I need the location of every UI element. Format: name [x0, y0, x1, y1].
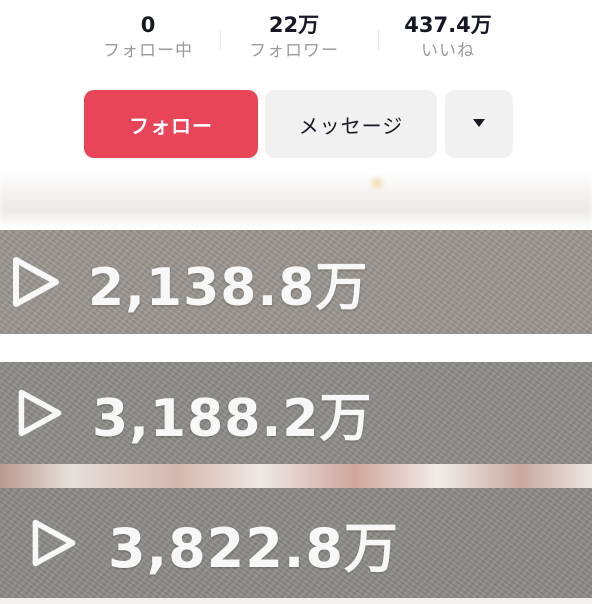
profile-stats: 0 フォロー中 22万 フォロワー 437.4万 いいね — [82, 12, 522, 72]
blurred-detail — [372, 178, 382, 188]
following-label: フォロー中 — [103, 41, 193, 61]
play-icon — [28, 517, 80, 569]
followers-stat[interactable]: 22万 フォロワー — [214, 12, 374, 62]
following-count: 0 — [140, 13, 156, 37]
video-thumbnail[interactable]: 3,188.2万 — [0, 362, 592, 464]
video-thumbnail[interactable]: 2,138.8万 — [0, 230, 592, 334]
followers-count: 22万 — [268, 13, 320, 37]
caret-down-icon — [472, 116, 486, 132]
stat-divider — [220, 30, 221, 50]
video-thumbnail[interactable]: 3,822.8万 — [0, 488, 592, 598]
likes-count: 437.4万 — [404, 13, 492, 37]
following-stat[interactable]: 0 フォロー中 — [82, 12, 214, 62]
tile-separator — [0, 464, 592, 488]
play-icon — [14, 387, 66, 439]
profile-page: 0 フォロー中 22万 フォロワー 437.4万 いいね フォロー メッセージ … — [0, 0, 592, 604]
tile-separator — [0, 334, 592, 362]
follow-button[interactable]: フォロー — [84, 90, 258, 158]
blurred-thumbnail-strip — [0, 172, 592, 228]
followers-label: フォロワー — [249, 41, 339, 61]
bottom-edge — [0, 598, 592, 604]
likes-stat[interactable]: 437.4万 いいね — [374, 12, 522, 62]
message-button[interactable]: メッセージ — [265, 90, 437, 158]
view-count: 3,822.8万 — [108, 516, 399, 580]
stat-divider — [378, 30, 379, 50]
more-options-button[interactable] — [445, 90, 513, 158]
view-count: 3,188.2万 — [92, 388, 373, 449]
play-icon — [8, 254, 64, 310]
view-count: 2,138.8万 — [88, 257, 369, 318]
likes-label: いいね — [421, 41, 475, 61]
